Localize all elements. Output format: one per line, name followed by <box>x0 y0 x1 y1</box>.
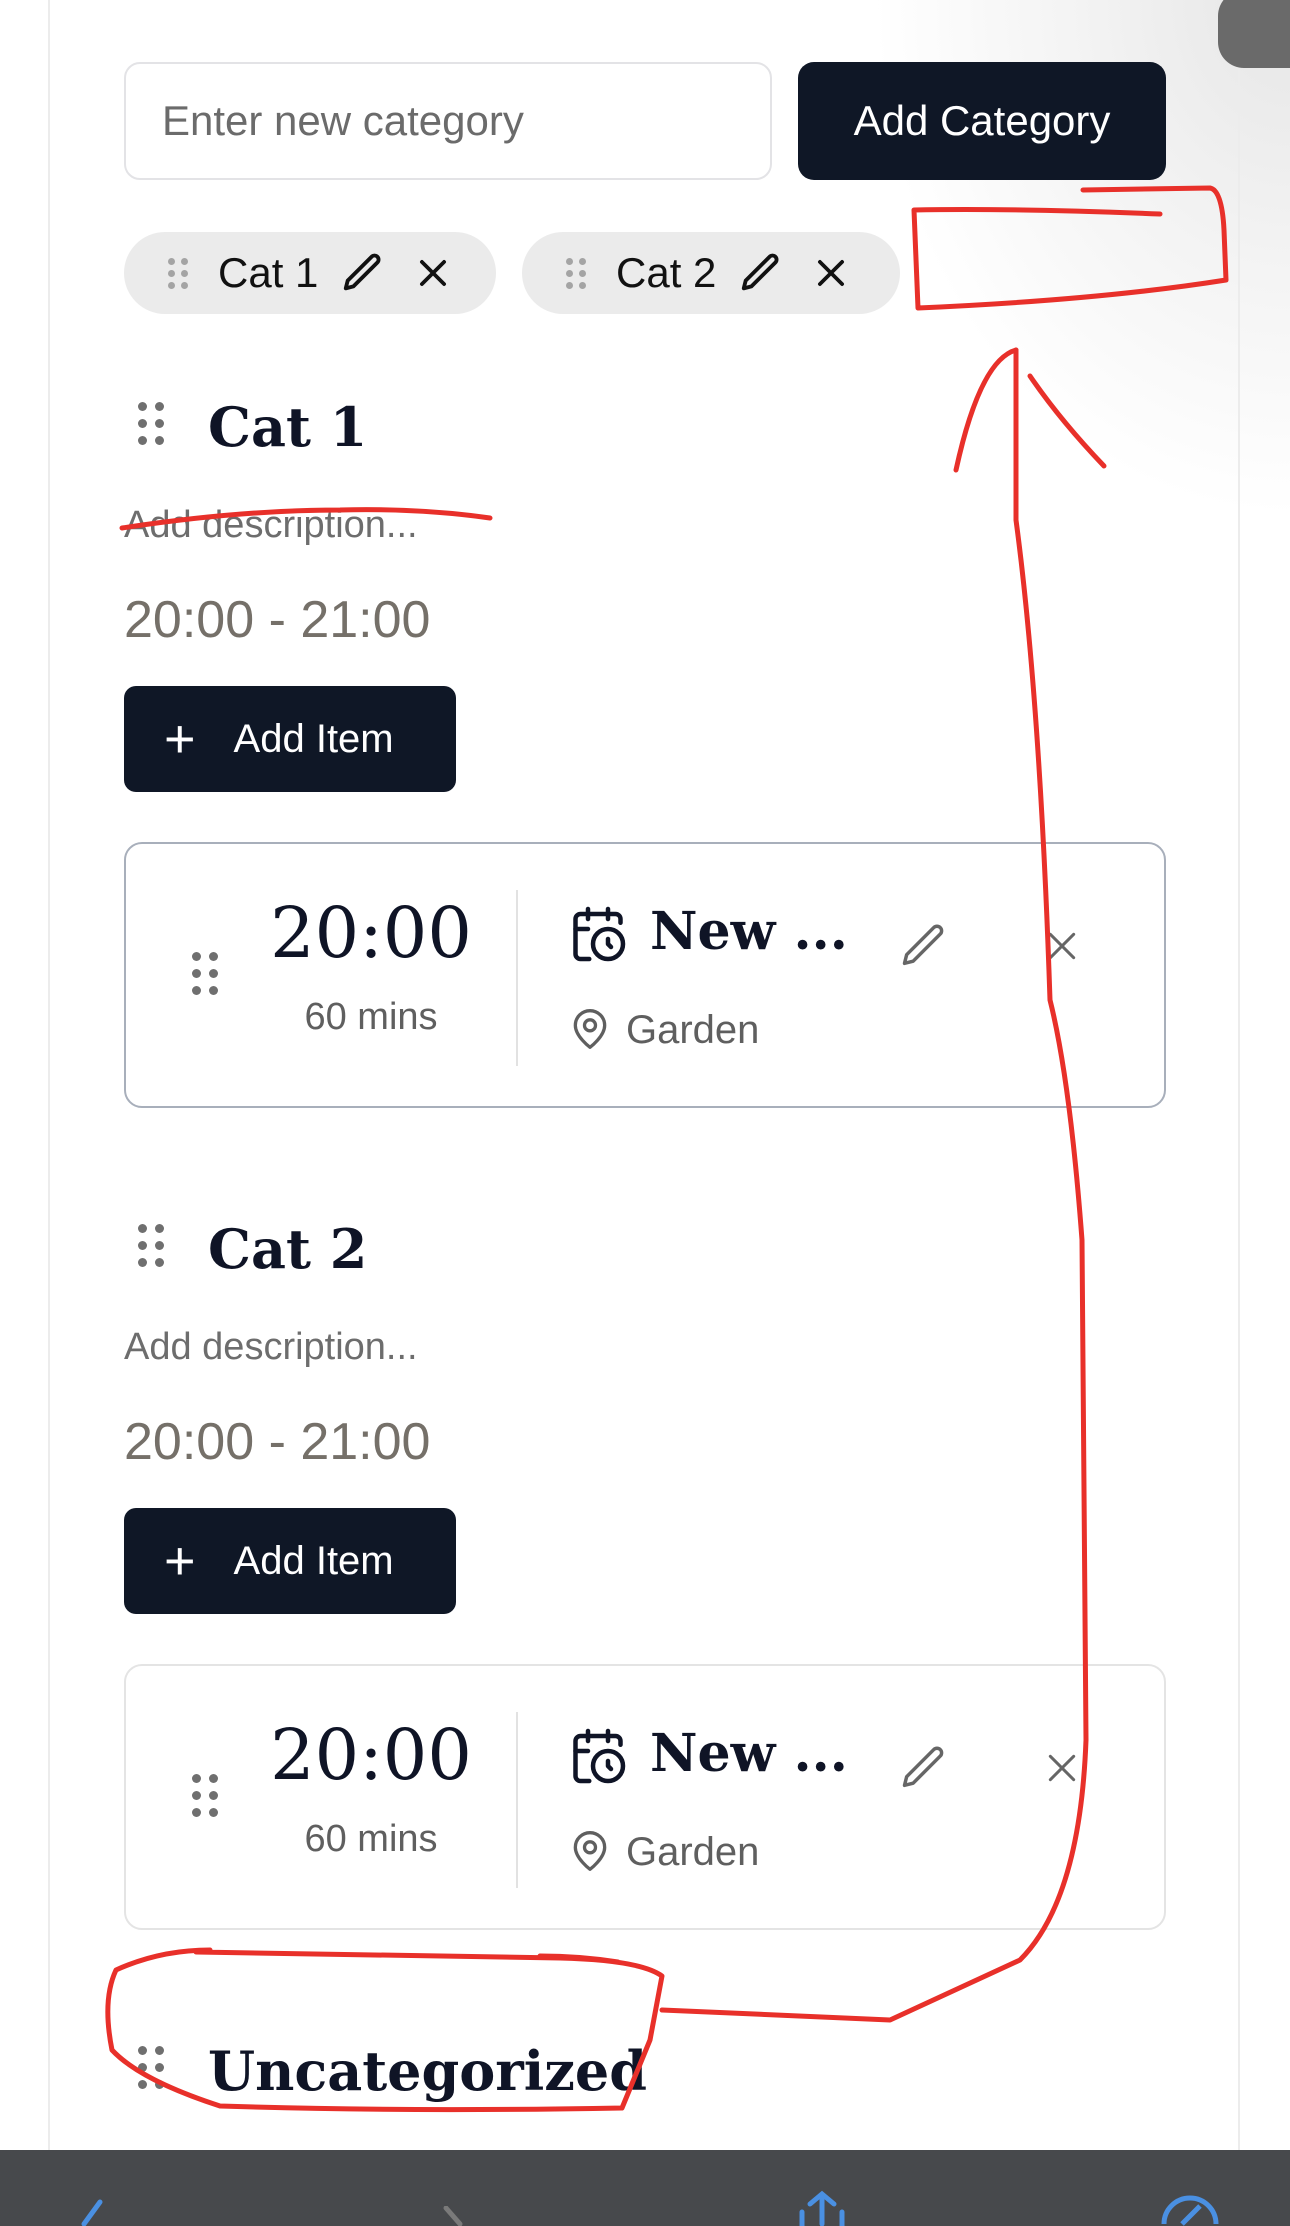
item-duration: 60 mins <box>304 1818 438 1860</box>
drag-handle-icon[interactable] <box>566 257 586 289</box>
schedule-item-card[interactable]: 20:00 60 mins New ... Garden <box>124 842 1166 1108</box>
divider <box>516 1712 518 1888</box>
chip-label: Cat 2 <box>616 249 717 296</box>
pencil-icon[interactable] <box>738 250 784 296</box>
category-description[interactable]: Add description... <box>124 1328 418 1366</box>
compass-icon[interactable] <box>1160 2190 1220 2226</box>
item-name: New ... <box>650 901 848 962</box>
add-item-label: Add Item <box>233 1538 394 1583</box>
pencil-icon[interactable] <box>340 250 386 296</box>
plus-icon: + <box>164 1531 196 1591</box>
add-item-button[interactable]: + Add Item <box>124 1508 456 1614</box>
category-drag-handle-icon[interactable] <box>138 1224 164 1267</box>
forward-icon[interactable] <box>436 2206 476 2226</box>
add-category-button[interactable]: Add Category <box>798 62 1166 180</box>
item-drag-handle-icon[interactable] <box>192 952 218 995</box>
close-icon[interactable] <box>1042 1748 1082 1793</box>
close-icon[interactable] <box>414 254 452 292</box>
overlay-corner-tab[interactable] <box>1218 0 1290 68</box>
item-location: Garden <box>626 1008 760 1052</box>
category-description[interactable]: Add description... <box>124 506 418 544</box>
browser-toolbar <box>0 2150 1290 2226</box>
close-icon[interactable] <box>1042 926 1082 971</box>
map-pin-icon <box>568 1004 612 1059</box>
item-drag-handle-icon[interactable] <box>192 1774 218 1817</box>
plus-icon: + <box>164 709 196 769</box>
category-chip-cat-2[interactable]: Cat 2 <box>522 232 900 314</box>
chip-label: Cat 1 <box>218 249 319 296</box>
content-border-right <box>1238 0 1240 2150</box>
category-chip-cat-1[interactable]: Cat 1 <box>124 232 496 314</box>
category-title: Uncategorized <box>208 2039 648 2103</box>
back-icon[interactable] <box>70 2198 110 2226</box>
category-time-range: 20:00 - 21:00 <box>124 1413 431 1471</box>
add-item-button[interactable]: + Add Item <box>124 686 456 792</box>
item-location: Garden <box>626 1830 760 1874</box>
item-time: 20:00 <box>270 892 472 974</box>
calendar-clock-icon <box>568 904 628 969</box>
category-drag-handle-icon[interactable] <box>138 2046 164 2089</box>
category-drag-handle-icon[interactable] <box>138 402 164 445</box>
add-item-label: Add Item <box>233 716 394 761</box>
item-duration: 60 mins <box>304 996 438 1038</box>
pencil-icon[interactable] <box>898 1742 950 1799</box>
category-time-range: 20:00 - 21:00 <box>124 591 431 649</box>
divider <box>516 890 518 1066</box>
drag-handle-icon[interactable] <box>168 257 188 289</box>
item-time: 20:00 <box>270 1714 472 1796</box>
calendar-clock-icon <box>568 1726 628 1791</box>
close-icon[interactable] <box>812 254 850 292</box>
share-icon[interactable] <box>792 2190 852 2226</box>
map-pin-icon <box>568 1826 612 1881</box>
schedule-item-card[interactable]: 20:00 60 mins New ... Garden <box>124 1664 1166 1930</box>
new-category-input[interactable] <box>124 62 772 180</box>
category-title: Cat 2 <box>208 1217 368 1281</box>
content-border-left <box>48 0 50 2150</box>
pencil-icon[interactable] <box>898 920 950 977</box>
category-title: Cat 1 <box>208 395 368 459</box>
item-name: New ... <box>650 1723 848 1784</box>
